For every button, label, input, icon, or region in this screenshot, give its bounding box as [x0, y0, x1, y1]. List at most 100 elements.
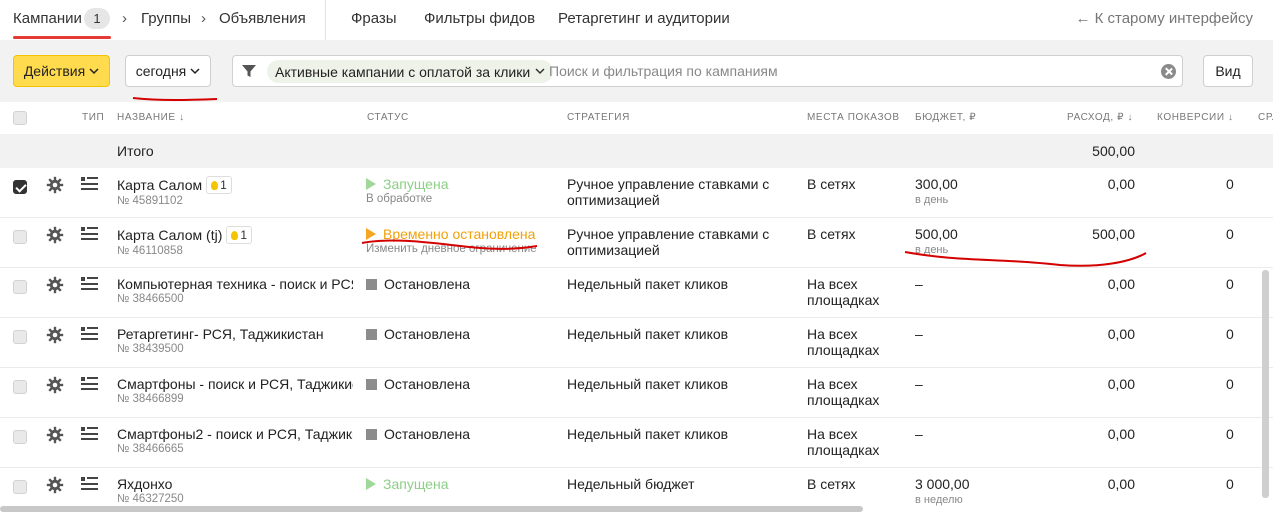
conversions-cell: 0 [1226, 326, 1234, 342]
play-icon [366, 478, 376, 490]
column-extra[interactable]: СР. [1258, 112, 1273, 123]
status-text: Запущена [383, 476, 449, 492]
budget-cell: 300,00 в день [915, 176, 1005, 208]
row-checkbox[interactable] [13, 430, 27, 444]
campaign-type-icon [81, 177, 98, 190]
date-select-label: сегодня [135, 63, 187, 79]
column-budget[interactable]: БЮДЖЕТ, ₽ [915, 112, 976, 123]
status-text: Временно остановлена [383, 226, 536, 242]
stop-icon [366, 329, 377, 340]
places-cell: В сетях [807, 176, 856, 192]
gear-icon[interactable] [46, 476, 64, 494]
campaign-number: № 38466665 [117, 443, 184, 455]
hint-count: 1 [220, 178, 227, 192]
gear-icon[interactable] [46, 376, 64, 394]
chevron-right-icon: › [122, 10, 127, 27]
campaign-name-link[interactable]: Смартфоны - поиск и РСЯ, Таджикистан [117, 376, 353, 392]
row-checkbox[interactable] [13, 280, 27, 294]
active-filter-chip[interactable]: Активные кампании с оплатой за клики [267, 60, 554, 83]
tab-ads[interactable]: Объявления [219, 10, 306, 27]
places-cell: На всех площадках [807, 326, 880, 358]
budget-cell: 3 000,00 в неделю [915, 476, 1005, 508]
old-interface-link[interactable]: ← К старому интерфейсу [1075, 10, 1253, 27]
nav-divider [325, 0, 326, 40]
spend-cell: 0,00 [1107, 476, 1135, 492]
campaign-name-link[interactable]: Карта Салом [117, 177, 202, 193]
tab-groups[interactable]: Группы [141, 10, 191, 27]
date-select[interactable]: сегодня [125, 55, 211, 87]
clear-icon[interactable] [1161, 64, 1176, 79]
stop-icon [366, 279, 377, 290]
places-cell: На всех площадках [807, 276, 880, 308]
row-checkbox[interactable] [13, 480, 27, 494]
column-places[interactable]: МЕСТА ПОКАЗОВ [807, 112, 900, 123]
campaign-name-link[interactable]: Смартфоны2 - поиск и РСЯ, Таджикистан [117, 426, 353, 442]
table-row[interactable]: Карта Салом (tj) 1 № 46110858 Временно оста… [0, 218, 1273, 268]
campaign-name-cell: Смартфоны - поиск и РСЯ, Таджикистан№ 38… [117, 376, 353, 405]
tab-campaigns[interactable]: Кампании [13, 10, 82, 27]
gear-icon[interactable] [46, 176, 64, 194]
search-input[interactable]: Поиск и фильтрация по кампаниям [549, 63, 778, 79]
campaign-name-cell: Карта Салом 1 № 45891102 [117, 176, 353, 207]
row-checkbox[interactable] [13, 380, 27, 394]
lightbulb-icon [231, 231, 239, 240]
campaign-number: № 45891102 [117, 195, 183, 207]
table-row[interactable]: Карта Салом 1 № 45891102 Запущена В обработк… [0, 168, 1273, 218]
spend-cell: 500,00 [1092, 226, 1135, 242]
budget-value: – [915, 326, 923, 342]
table-row[interactable]: Смартфоны - поиск и РСЯ, Таджикистан№ 38… [0, 368, 1273, 418]
gear-icon[interactable] [46, 226, 64, 244]
chevron-down-icon [190, 67, 200, 74]
status-subtext: В обработке [366, 193, 433, 205]
row-checkbox[interactable] [13, 330, 27, 344]
budget-cell: 500,00 в день [915, 226, 1005, 258]
select-all-checkbox[interactable] [13, 111, 27, 125]
campaign-name-link[interactable]: Компьютерная техника - поиск и РСЯ [117, 276, 353, 292]
row-checkbox[interactable] [13, 180, 27, 194]
campaign-number: № 38466500 [117, 293, 184, 305]
campaign-name-cell: Смартфоны2 - поиск и РСЯ, Таджикистан№ 3… [117, 426, 353, 455]
budget-value: – [915, 376, 923, 392]
campaign-name-link[interactable]: Ретаргетинг- РСЯ, Таджикистан [117, 326, 324, 342]
campaign-search-box[interactable]: Активные кампании с оплатой за клики Пои… [232, 55, 1183, 87]
campaign-name-cell: Компьютерная техника - поиск и РСЯ № 3846… [117, 276, 353, 305]
horizontal-scrollbar[interactable] [0, 506, 863, 512]
filter-icon[interactable] [240, 62, 258, 80]
hint-count: 1 [240, 228, 248, 242]
strategy-cell: Недельный пакет кликов [567, 426, 729, 442]
budget-cell: – [915, 276, 1005, 292]
campaign-type-icon [81, 327, 98, 340]
column-status[interactable]: СТАТУС [367, 112, 409, 123]
table-row[interactable]: Ретаргетинг- РСЯ, Таджикистан № 38439500 О… [0, 318, 1273, 368]
tab-phrases[interactable]: Фразы [351, 10, 397, 27]
campaign-name-link[interactable]: Карта Салом (tj) [117, 227, 222, 243]
total-row: Итого 500,00 [0, 134, 1273, 168]
hint-badge[interactable]: 1 [226, 226, 253, 244]
gear-icon[interactable] [46, 426, 64, 444]
column-name[interactable]: НАЗВАНИЕ ↓ [117, 112, 185, 123]
budget-period: в день [915, 194, 949, 206]
spend-cell: 0,00 [1107, 276, 1135, 292]
table-row[interactable]: Компьютерная техника - поиск и РСЯ № 3846… [0, 268, 1273, 318]
gear-icon[interactable] [46, 326, 64, 344]
campaign-type-icon [81, 377, 98, 390]
lightbulb-icon [211, 181, 219, 190]
gear-icon[interactable] [46, 276, 64, 294]
column-strategy[interactable]: СТРАТЕГИЯ [567, 112, 630, 123]
row-checkbox[interactable] [13, 230, 27, 244]
column-conversions[interactable]: КОНВЕРСИИ ↓ [1157, 112, 1234, 123]
tab-feed-filters[interactable]: Фильтры фидов [424, 10, 535, 27]
status-subtext[interactable]: Изменить дневное ограничение [366, 243, 552, 255]
budget-value: – [915, 276, 923, 292]
hint-badge[interactable]: 1 [206, 176, 232, 194]
strategy-cell: Недельный пакет кликов [567, 276, 729, 292]
view-button[interactable]: Вид [1203, 55, 1253, 87]
places-cell: На всех площадках [807, 426, 880, 458]
actions-button[interactable]: Действия [13, 55, 110, 87]
campaign-name-link[interactable]: Яхдонхо [117, 476, 172, 492]
column-spend[interactable]: РАСХОД, ₽ ↓ [1067, 112, 1133, 123]
vertical-scrollbar[interactable] [1262, 270, 1269, 498]
tab-retargeting[interactable]: Ретаргетинг и аудитории [558, 10, 730, 27]
table-row[interactable]: Смартфоны2 - поиск и РСЯ, Таджикистан№ 3… [0, 418, 1273, 468]
budget-cell: – [915, 376, 1005, 392]
